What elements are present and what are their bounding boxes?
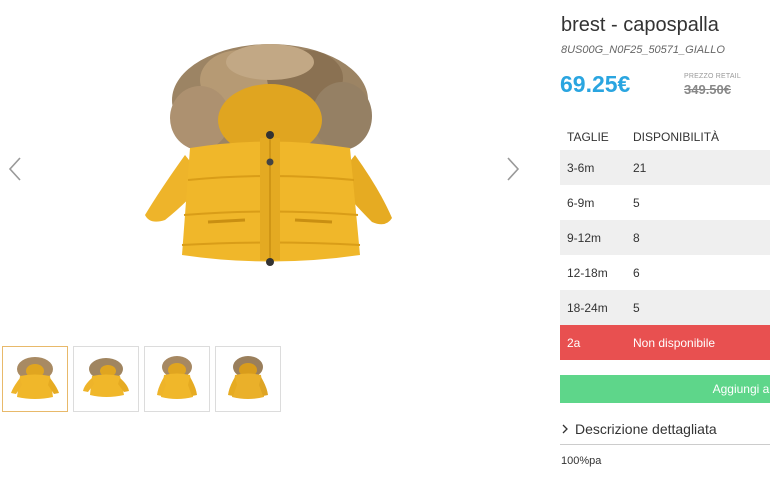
size-label: 6-9m <box>567 195 595 210</box>
size-row[interactable]: 12-18m 6 <box>560 255 770 290</box>
size-label: 3-6m <box>567 160 595 175</box>
description-toggle-label: Descrizione dettagliata <box>575 421 717 437</box>
retail-price: 349.50€ <box>684 82 731 97</box>
product-gallery <box>0 0 545 477</box>
divider <box>560 444 770 445</box>
size-label: 9-12m <box>567 230 602 245</box>
size-label: 2a <box>567 335 581 350</box>
main-product-image <box>120 40 420 280</box>
size-row[interactable]: 3-6m 21 <box>560 150 770 185</box>
thumbnail-1[interactable] <box>2 346 68 412</box>
size-column-header: TAGLIE <box>567 130 609 144</box>
product-price: 69.25€ <box>560 71 631 97</box>
size-availability: 5 <box>633 195 640 210</box>
thumbnail-4[interactable] <box>215 346 281 412</box>
size-row[interactable]: 6-9m 5 <box>560 185 770 220</box>
size-label: 18-24m <box>567 300 608 315</box>
thumbnail-image <box>228 356 268 399</box>
thumbnail-image <box>157 356 197 399</box>
add-to-cart-label: Aggiungi al ca <box>712 382 770 396</box>
availability-column-header: DISPONIBILITÀ <box>633 130 720 144</box>
size-availability: 5 <box>633 300 640 315</box>
thumbnail-image <box>83 358 129 397</box>
size-table-header: TAGLIE DISPONIBILITÀ <box>560 130 770 150</box>
chevron-right-icon <box>562 424 568 434</box>
product-composition: 100%pa <box>561 455 602 467</box>
size-availability: 6 <box>633 265 640 280</box>
add-to-cart-button[interactable]: Aggiungi al ca <box>560 375 770 403</box>
thumbnail-3[interactable] <box>144 346 210 412</box>
size-availability: 21 <box>633 160 647 175</box>
size-availability: Non disponibile <box>633 335 716 350</box>
size-row-unavailable: 2a Non disponibile <box>560 325 770 360</box>
product-title: brest - capospalla <box>561 14 719 36</box>
product-sku: 8US00G_N0F25_50571_GIALLO <box>561 44 725 56</box>
retail-price-label: PREZZO RETAIL <box>684 73 741 80</box>
gallery-prev-button[interactable] <box>4 152 28 186</box>
thumbnail-image <box>11 357 59 399</box>
product-info: brest - capospalla 8US00G_N0F25_50571_GI… <box>560 0 770 477</box>
gallery-next-button[interactable] <box>500 152 524 186</box>
chevron-left-icon <box>8 157 21 181</box>
thumbnail-strip <box>2 346 281 412</box>
size-availability-table: TAGLIE DISPONIBILITÀ 3-6m 21 6-9m 5 9-12… <box>560 130 770 360</box>
size-row[interactable]: 9-12m 8 <box>560 220 770 255</box>
chevron-right-icon <box>507 157 520 181</box>
size-row[interactable]: 18-24m 5 <box>560 290 770 325</box>
description-toggle[interactable]: Descrizione dettagliata <box>561 421 717 437</box>
thumbnail-2[interactable] <box>73 346 139 412</box>
size-label: 12-18m <box>567 265 608 280</box>
size-availability: 8 <box>633 230 640 245</box>
